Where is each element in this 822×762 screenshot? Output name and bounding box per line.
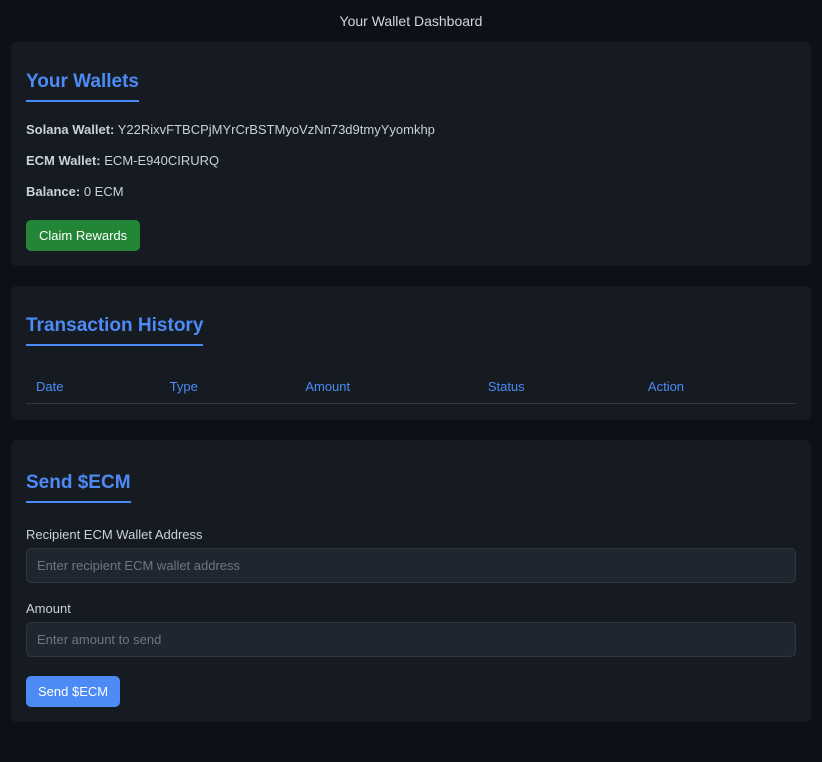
transactions-card: Transaction History Date Type Amount Sta… [11, 286, 811, 420]
solana-wallet-value: Y22RixvFTBCPjMYrCrBSTMyoVzNn73d9tmyYyomk… [118, 122, 435, 137]
page-title: Your Wallet Dashboard [0, 0, 822, 42]
ecm-wallet-row: ECM Wallet: ECM-E940CIRURQ [26, 153, 796, 168]
send-title: Send $ECM [26, 472, 131, 503]
send-card: Send $ECM Recipient ECM Wallet Address A… [11, 440, 811, 722]
solana-wallet-row: Solana Wallet: Y22RixvFTBCPjMYrCrBSTMyoV… [26, 122, 796, 137]
transactions-title: Transaction History [26, 315, 203, 346]
amount-input[interactable] [26, 622, 796, 657]
recipient-label: Recipient ECM Wallet Address [26, 527, 796, 542]
ecm-wallet-value: ECM-E940CIRURQ [104, 153, 219, 168]
col-date: Date [26, 370, 160, 404]
send-ecm-button[interactable]: Send $ECM [26, 676, 120, 707]
amount-label: Amount [26, 601, 796, 616]
solana-wallet-label: Solana Wallet: [26, 122, 114, 137]
col-amount: Amount [295, 370, 477, 404]
ecm-wallet-label: ECM Wallet: [26, 153, 101, 168]
wallets-title: Your Wallets [26, 71, 139, 102]
col-action: Action [638, 370, 796, 404]
transactions-table: Date Type Amount Status Action [26, 370, 796, 404]
recipient-input[interactable] [26, 548, 796, 583]
wallets-card: Your Wallets Solana Wallet: Y22RixvFTBCP… [11, 42, 811, 266]
col-status: Status [478, 370, 638, 404]
balance-row: Balance: 0 ECM [26, 184, 796, 199]
balance-label: Balance: [26, 184, 80, 199]
col-type: Type [160, 370, 296, 404]
balance-value: 0 ECM [84, 184, 124, 199]
claim-rewards-button[interactable]: Claim Rewards [26, 220, 140, 251]
